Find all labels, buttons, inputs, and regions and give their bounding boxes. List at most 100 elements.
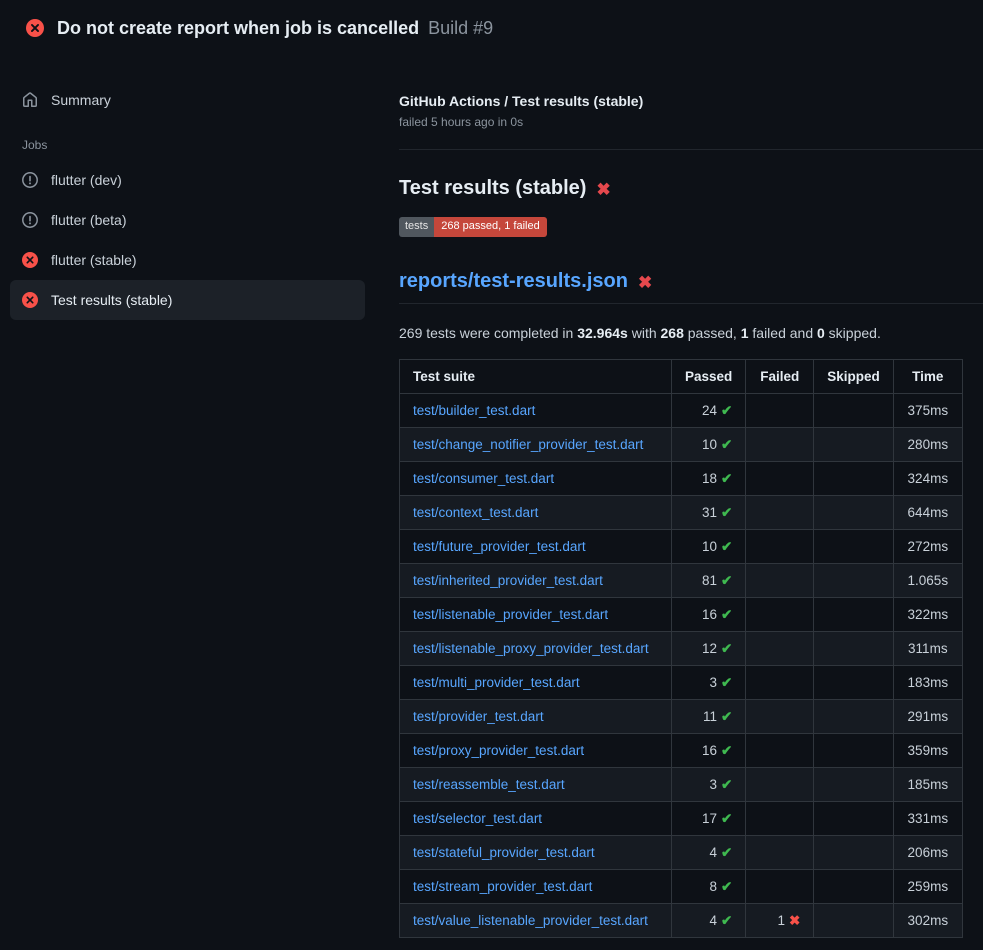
failed-cell — [746, 394, 814, 428]
suite-cell: test/listenable_proxy_provider_test.dart — [400, 632, 672, 666]
suite-cell: test/stream_provider_test.dart — [400, 870, 672, 904]
suite-cell: test/selector_test.dart — [400, 802, 672, 836]
section-title-text: Test results (stable) — [399, 177, 586, 200]
table-row: test/value_listenable_provider_test.dart… — [400, 904, 963, 938]
passed-cell: 12 ✔ — [672, 632, 746, 666]
sidebar-item-label: flutter (stable) — [51, 252, 137, 268]
passed-count: 18 — [702, 471, 717, 486]
time-cell: 291ms — [893, 700, 962, 734]
suite-link[interactable]: test/proxy_provider_test.dart — [413, 743, 584, 758]
suite-link[interactable]: test/inherited_provider_test.dart — [413, 573, 603, 588]
sidebar-item-flutter-dev[interactable]: flutter (dev) — [10, 160, 365, 200]
suite-cell: test/multi_provider_test.dart — [400, 666, 672, 700]
passed-count: 3 — [709, 777, 717, 792]
passed-cell: 4✔ — [672, 904, 746, 938]
sidebar-item-flutter-stable[interactable]: flutter (stable) — [10, 240, 365, 280]
time-cell: 644ms — [893, 496, 962, 530]
time-cell: 324ms — [893, 462, 962, 496]
results-summary: 269 tests were completed in 32.964s with… — [399, 325, 983, 341]
suite-link[interactable]: test/builder_test.dart — [413, 403, 535, 418]
table-row: test/context_test.dart 31 ✔ 644ms — [400, 496, 963, 530]
results-table-body: test/builder_test.dart24✔375mstest/chang… — [400, 394, 963, 938]
failed-cell — [746, 734, 814, 768]
failed-cell — [746, 530, 814, 564]
summary-skipped-count: 0 — [817, 325, 825, 341]
time-cell: 302ms — [893, 904, 962, 938]
failed-cell — [746, 870, 814, 904]
time-cell: 311ms — [893, 632, 962, 666]
suite-cell: test/consumer_test.dart — [400, 462, 672, 496]
report-link[interactable]: reports/test-results.json — [399, 270, 628, 293]
suite-link[interactable]: test/listenable_proxy_provider_test.dart — [413, 641, 649, 656]
results-table-head-row: Test suitePassedFailedSkippedTime — [400, 360, 963, 394]
check-icon: ✔ — [721, 641, 732, 656]
sidebar-item-test-results-stable[interactable]: Test results (stable) — [10, 280, 365, 320]
suite-cell: test/context_test.dart — [400, 496, 672, 530]
passed-cell: 31 ✔ — [672, 496, 746, 530]
failed-status-icon — [26, 19, 44, 37]
table-row: test/inherited_provider_test.dart81✔1.06… — [400, 564, 963, 598]
passed-cell: 16✔ — [672, 734, 746, 768]
table-row: test/selector_test.dart17✔331ms — [400, 802, 963, 836]
summary-text: 269 tests were completed in — [399, 325, 577, 341]
check-icon: ✔ — [721, 709, 732, 724]
suite-cell: test/future_provider_test.dart — [400, 530, 672, 564]
suite-cell: test/value_listenable_provider_test.dart — [400, 904, 672, 938]
time-cell: 206ms — [893, 836, 962, 870]
suite-link[interactable]: test/future_provider_test.dart — [413, 539, 586, 554]
page: { "header": { "title": "Do not create re… — [0, 0, 983, 950]
summary-passed-count: 268 — [661, 325, 684, 341]
suite-link[interactable]: test/listenable_provider_test.dart — [413, 607, 608, 622]
suite-link[interactable]: test/change_notifier_provider_test.dart — [413, 437, 643, 452]
suite-link[interactable]: test/stateful_provider_test.dart — [413, 845, 595, 860]
suite-link[interactable]: test/stream_provider_test.dart — [413, 879, 592, 894]
suite-cell: test/provider_test.dart — [400, 700, 672, 734]
suite-link[interactable]: test/provider_test.dart — [413, 709, 544, 724]
passed-cell: 10✔ — [672, 530, 746, 564]
time-cell: 331ms — [893, 802, 962, 836]
suite-link[interactable]: test/value_listenable_provider_test.dart — [413, 913, 648, 928]
passed-count: 4 — [709, 913, 717, 928]
passed-cell: 18✔ — [672, 462, 746, 496]
suite-cell: test/listenable_provider_test.dart — [400, 598, 672, 632]
badge-label: tests — [399, 217, 434, 237]
table-row: test/multi_provider_test.dart3✔183ms — [400, 666, 963, 700]
skipped-cell — [814, 734, 894, 768]
skipped-cell — [814, 904, 894, 938]
suite-link[interactable]: test/context_test.dart — [413, 505, 538, 520]
skipped-cell — [814, 530, 894, 564]
summary-duration: 32.964s — [577, 325, 628, 341]
summary-text: with — [628, 325, 661, 341]
sidebar-item-label: Test results (stable) — [51, 292, 172, 308]
check-icon: ✔ — [721, 505, 732, 520]
failed-cell — [746, 802, 814, 836]
column-header-passed: Passed — [672, 360, 746, 394]
skipped-cell — [814, 564, 894, 598]
passed-cell: 10✔ — [672, 428, 746, 462]
failed-status-icon — [22, 292, 38, 308]
sidebar-item-summary[interactable]: Summary — [10, 80, 365, 120]
cross-icon: ✖ — [789, 913, 800, 928]
passed-cell: 24✔ — [672, 394, 746, 428]
check-icon: ✔ — [721, 675, 732, 690]
sidebar-item-label: flutter (beta) — [51, 212, 126, 228]
passed-cell: 81✔ — [672, 564, 746, 598]
sidebar-item-label: flutter (dev) — [51, 172, 122, 188]
column-header-time: Time — [893, 360, 962, 394]
summary-text: skipped. — [825, 325, 881, 341]
suite-cell: test/reassemble_test.dart — [400, 768, 672, 802]
column-header-skipped: Skipped — [814, 360, 894, 394]
passed-count: 10 — [702, 437, 717, 452]
suite-link[interactable]: test/reassemble_test.dart — [413, 777, 565, 792]
skipped-cell — [814, 394, 894, 428]
suite-cell: test/change_notifier_provider_test.dart — [400, 428, 672, 462]
suite-link[interactable]: test/multi_provider_test.dart — [413, 675, 580, 690]
suite-link[interactable]: test/selector_test.dart — [413, 811, 542, 826]
build-title-text: Do not create report when job is cancell… — [57, 18, 419, 39]
passed-count: 31 — [702, 505, 717, 520]
suite-link[interactable]: test/consumer_test.dart — [413, 471, 554, 486]
sidebar-item-flutter-beta[interactable]: flutter (beta) — [10, 200, 365, 240]
jobs-section-label: Jobs — [22, 138, 365, 152]
passed-count: 12 — [702, 641, 717, 656]
divider — [399, 149, 983, 150]
